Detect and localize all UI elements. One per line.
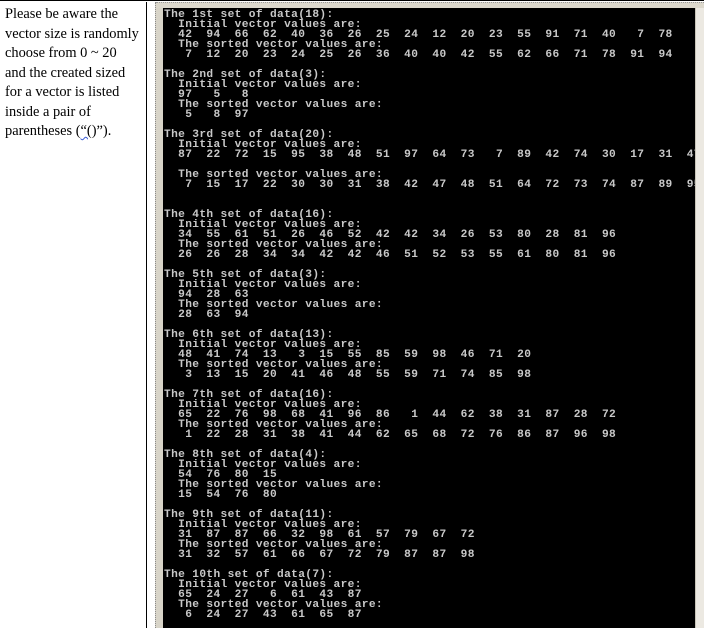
console-text: The 1st set of data(18): Initial vector … [164,9,696,628]
note-line: for a vector is listed [5,84,120,100]
note-line: and the created sized [5,64,126,81]
sorted-values-row: 5 8 97 [164,109,249,121]
vector-size-note: Please be aware the vector size is rando… [0,2,147,142]
sorted-values-row: 3 13 15 20 41 46 48 55 59 71 74 85 98 [164,369,532,381]
sorted-values-row: 6 24 27 43 61 65 87 [164,609,362,621]
sorted-values-row: 26 26 28 34 34 42 42 46 51 52 53 55 61 8… [164,249,617,261]
note-line: vector size is randomly [5,25,139,42]
sorted-values-row: 1 22 28 31 38 41 44 62 65 68 72 76 86 87… [164,429,617,441]
sorted-values-row: 15 54 76 80 [164,489,278,501]
sorted-values-row: 7 15 17 22 30 30 31 38 42 47 48 51 64 72… [164,179,696,191]
note-line: choose from 0 ~ 20 [5,45,117,61]
document-table: Please be aware the vector size is rando… [0,0,704,628]
console-window-frame: The 1st set of data(18): Initial vector … [155,2,704,628]
note-line-suffix: )”). [91,123,112,139]
screenshot-cell: The 1st set of data(18): Initial vector … [148,2,704,628]
note-line-prefix: parentheses ( [5,123,81,139]
sorted-values-row: 28 63 94 [164,309,249,321]
spellcheck-squiggle: “( [80,123,92,139]
console-output: The 1st set of data(18): Initial vector … [163,8,696,628]
note-cell: Please be aware the vector size is rando… [0,2,147,628]
initial-values-row: 87 22 72 15 95 38 48 51 97 64 73 7 89 42… [164,149,696,161]
console-scrollbar[interactable] [695,8,704,628]
note-line: inside a pair of [5,103,91,120]
sorted-values-row: 31 32 57 61 66 67 72 79 87 87 98 [164,549,475,561]
sorted-values-row: 7 12 20 23 24 25 26 36 40 40 42 55 62 66… [164,49,673,61]
note-line: Please be aware the [5,6,119,22]
